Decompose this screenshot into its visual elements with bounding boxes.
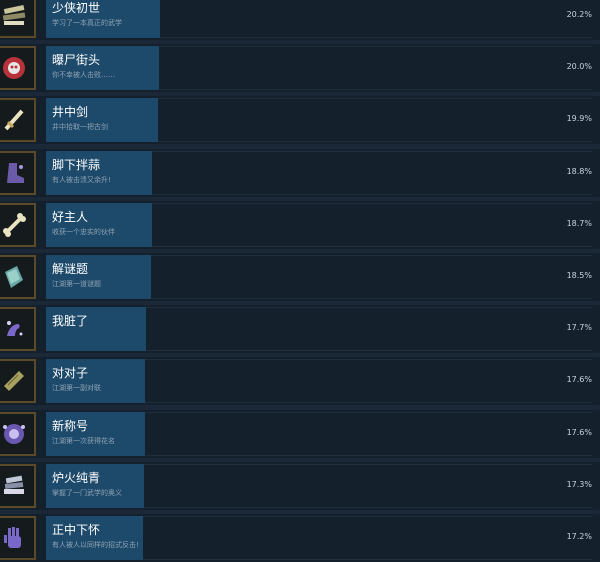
open-palm-icon (0, 516, 36, 560)
unlock-percentage: 18.8% (566, 167, 592, 176)
achievement-row: 曝尸街头你不幸被人击败…… 20.0% (0, 44, 600, 92)
achievement-description: 江湖第一次获得花名 (52, 437, 115, 445)
boot-icon (0, 151, 36, 195)
achievement-row: 少侠初世学习了一本真正的武学 20.2% (0, 0, 600, 40)
achievement-title: 炉火纯青 (52, 471, 101, 485)
emblem-icon (0, 412, 36, 456)
achievement-row: 井中剑井中拾取一把古剑 19.9% (0, 96, 600, 144)
hand-sparkle-icon (0, 307, 36, 351)
book-icon (0, 255, 36, 299)
achievement-row: 对对子江湖第一副对联 17.6% (0, 357, 600, 405)
achievement-row: 脚下拌蒜有人被击溃又余升! 18.8% (0, 149, 600, 197)
unlock-percentage: 20.0% (566, 62, 592, 71)
achievement-description: 掌握了一门武学的奥义 (52, 489, 122, 497)
couplet-scroll-icon (0, 359, 36, 403)
achievement-title: 新称号 (52, 419, 89, 433)
unlock-percentage: 17.3% (566, 480, 592, 489)
achievement-description: 有人被击溃又余升! (52, 176, 111, 184)
achievement-description: 江湖第一副对联 (52, 384, 101, 392)
achievement-description: 学习了一本真正的武学 (52, 19, 122, 27)
achievement-title: 解谜题 (52, 262, 89, 276)
scroll-stack-icon (0, 0, 36, 38)
demon-mask-icon (0, 46, 36, 90)
achievement-title: 对对子 (52, 366, 89, 380)
achievement-title: 我脏了 (52, 314, 89, 328)
achievement-title: 好主人 (52, 210, 89, 224)
achievement-title: 脚下拌蒜 (52, 158, 101, 172)
achievement-row: 新称号江湖第一次获得花名 17.6% (0, 410, 600, 458)
achievement-row: 我脏了 17.7% (0, 305, 600, 353)
unlock-percentage: 17.2% (566, 532, 592, 541)
achievement-title: 曝尸街头 (52, 53, 101, 67)
unlock-percentage: 19.9% (566, 114, 592, 123)
bone-icon (0, 203, 36, 247)
achievement-description: 你不幸被人击败…… (52, 71, 115, 79)
achievement-row: 好主人收获一个忠实的伙伴 18.7% (0, 201, 600, 249)
books-icon (0, 464, 36, 508)
unlock-percentage: 17.7% (566, 323, 592, 332)
achievement-title: 井中剑 (52, 105, 89, 119)
achievement-description: 江湖第一道谜题 (52, 280, 101, 288)
achievement-row: 解谜题江湖第一道谜题 18.5% (0, 253, 600, 301)
achievement-description: 收获一个忠实的伙伴 (52, 228, 115, 236)
unlock-percentage: 18.7% (566, 219, 592, 228)
achievement-title: 正中下怀 (52, 523, 101, 537)
unlock-percentage: 17.6% (566, 375, 592, 384)
achievement-title: 少侠初世 (52, 1, 101, 15)
achievement-row: 炉火纯青掌握了一门武学的奥义 17.3% (0, 462, 600, 510)
unlock-percentage: 17.6% (566, 428, 592, 437)
achievement-description: 有人被人以同样的招式反击! (52, 541, 139, 549)
unlock-percentage: 18.5% (566, 271, 592, 280)
achievement-description: 井中拾取一把古剑 (52, 123, 108, 131)
achievement-list: 少侠初世学习了一本真正的武学 20.2% 曝尸街头你不幸被人击败…… 20.0% 井中剑… (0, 0, 600, 562)
sword-icon (0, 98, 36, 142)
unlock-percentage: 20.2% (566, 10, 592, 19)
